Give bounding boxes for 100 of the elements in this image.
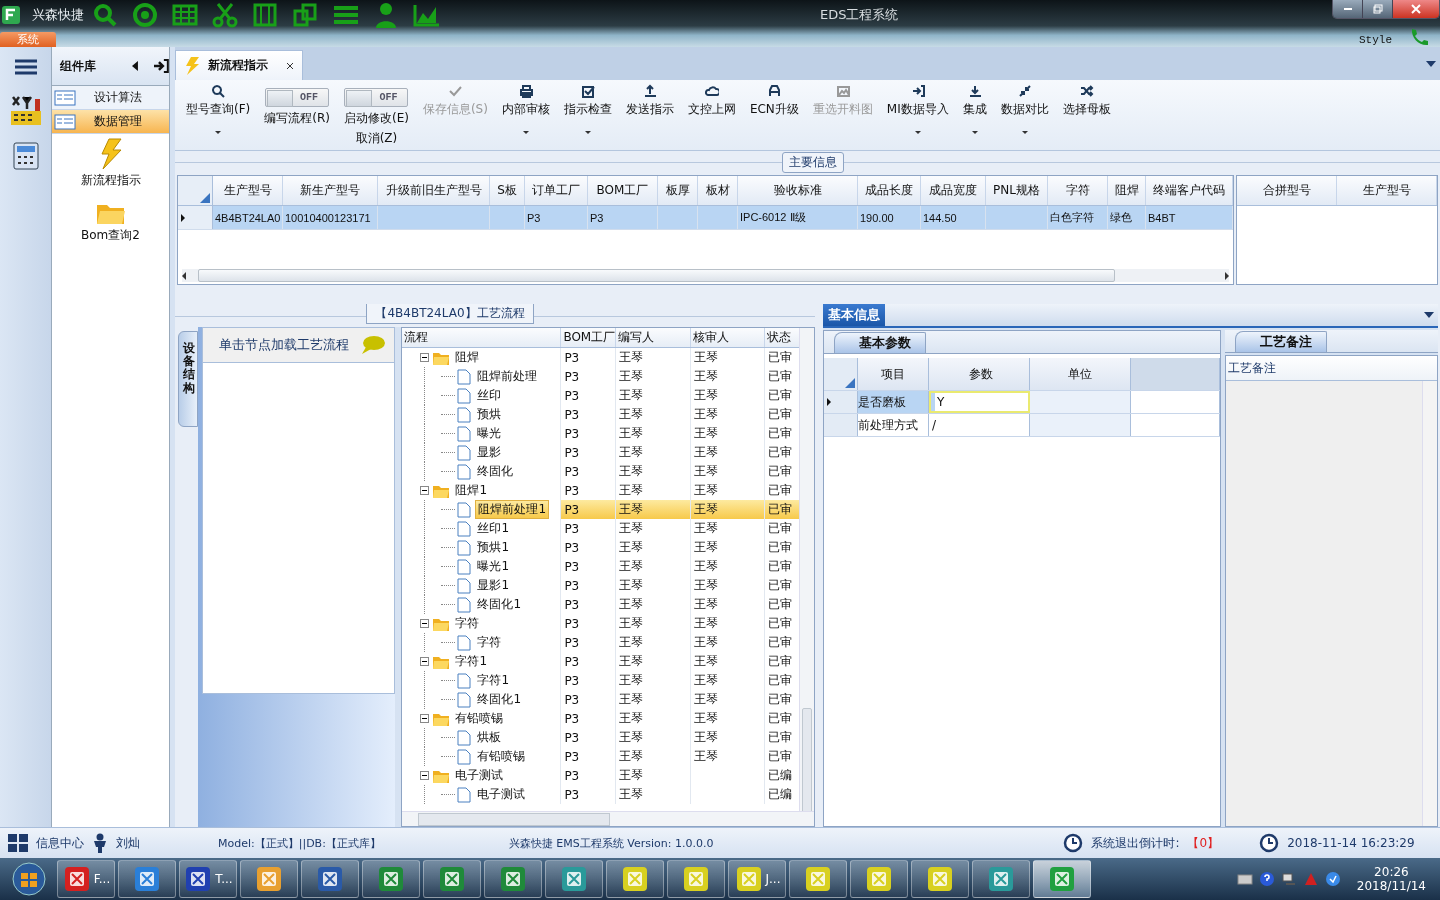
toggle-switch[interactable]: OFF — [265, 88, 330, 107]
row-header[interactable] — [824, 391, 858, 413]
taskbar-button[interactable] — [118, 860, 176, 898]
ribbon-button[interactable]: 指示检查 — [556, 80, 619, 134]
ribbon-button[interactable]: 集成 — [955, 80, 994, 134]
column-header[interactable]: 合拼型号 — [1237, 176, 1337, 205]
tree-node[interactable]: 字符 — [453, 615, 482, 632]
search-icon[interactable] — [92, 2, 118, 28]
collapse-toggle-icon[interactable] — [420, 714, 430, 723]
column-header[interactable]: BOM工厂 — [588, 176, 658, 205]
column-header[interactable]: 核审人 — [691, 328, 766, 347]
column-header[interactable]: 生产型号 — [1337, 176, 1437, 205]
panel-tab[interactable]: 工艺备注 — [1235, 331, 1327, 352]
column-header[interactable]: 成品长度 — [858, 176, 921, 205]
column-header[interactable]: 流程 — [402, 328, 562, 347]
ribbon-button[interactable]: 选择母板 — [1055, 80, 1118, 118]
column-header[interactable]: S板 — [490, 176, 525, 205]
tree-node[interactable]: 终固化 — [475, 463, 516, 480]
tree-node[interactable]: 字符 — [475, 634, 504, 651]
taskbar-button[interactable] — [301, 860, 359, 898]
column-header[interactable]: 板材 — [698, 176, 738, 205]
style-menu[interactable]: Style — [1359, 34, 1392, 46]
status-link[interactable]: 信息中心 — [36, 834, 84, 852]
panel-tab[interactable]: 基本信息 — [823, 304, 885, 326]
network-icon[interactable] — [1280, 872, 1297, 886]
ribbon-button[interactable]: 内部审核 — [494, 80, 557, 134]
taskbar-button[interactable] — [850, 860, 908, 898]
column-header[interactable]: 新生产型号 — [283, 176, 378, 205]
tree-node[interactable]: 丝印 — [475, 387, 504, 404]
tree-node[interactable]: 烘板 — [475, 729, 504, 746]
toggle-switch[interactable]: OFF — [344, 88, 409, 107]
horizontal-scrollbar[interactable] — [402, 811, 814, 827]
tree-node[interactable]: 有铅喷锡 — [453, 710, 506, 727]
calculator-icon[interactable] — [11, 141, 40, 171]
tree-node[interactable]: 终固化1 — [475, 596, 523, 613]
taskbar-button[interactable] — [789, 860, 847, 898]
horizontal-scrollbar[interactable] — [182, 269, 1229, 282]
close-icon[interactable] — [286, 61, 294, 70]
tree-node[interactable]: 显影 — [475, 444, 504, 461]
minimize-button[interactable] — [1333, 0, 1363, 18]
column-header[interactable]: 字符 — [1048, 176, 1108, 205]
column-header[interactable]: 项目 — [858, 358, 929, 390]
taskbar-button[interactable]: T... — [179, 860, 237, 898]
column-header[interactable]: 终端客户代码 — [1146, 176, 1233, 205]
ribbon-button[interactable]: MI数据导入 — [879, 80, 956, 134]
panel-item[interactable]: 数据管理 — [52, 110, 169, 134]
taskbar-button[interactable] — [972, 860, 1030, 898]
scissors-icon[interactable] — [212, 2, 238, 28]
tree-node[interactable]: 显影1 — [475, 577, 511, 594]
collapse-toggle-icon[interactable] — [420, 353, 430, 362]
clock-time[interactable]: 20:26 — [1374, 865, 1409, 879]
notes-field[interactable] — [1226, 381, 1437, 827]
ring-icon[interactable] — [132, 2, 158, 28]
film-icon[interactable] — [252, 2, 278, 28]
ribbon-button[interactable]: ECN升级 — [742, 80, 806, 118]
taskbar-button[interactable] — [545, 860, 603, 898]
vertical-scrollbar[interactable] — [1422, 381, 1437, 827]
taskbar-button[interactable]: F... — [57, 860, 115, 898]
column-header[interactable]: 参数 — [929, 358, 1030, 390]
panel-tab[interactable]: 基本参数 — [834, 332, 926, 353]
tree-node[interactable]: 电子测试 — [475, 786, 528, 803]
taskbar-button[interactable] — [423, 860, 481, 898]
ribbon-button[interactable]: 型号查询(F) — [179, 80, 258, 134]
taskbar-button[interactable]: J... — [728, 860, 786, 898]
chart-icon[interactable] — [412, 3, 440, 27]
person-icon[interactable] — [374, 2, 398, 28]
maximize-button[interactable] — [1363, 0, 1393, 18]
ribbon-button[interactable]: 文控上网 — [680, 80, 743, 118]
tree-node[interactable]: 阻焊1 — [453, 482, 489, 499]
sign-in-icon[interactable] — [153, 59, 169, 73]
collapse-icon[interactable] — [131, 61, 140, 71]
tree-node[interactable]: 阻焊前处理1 — [475, 500, 549, 519]
close-button[interactable] — [1393, 0, 1439, 18]
tree-node[interactable]: 曝光 — [475, 425, 504, 442]
table-cell[interactable]: Y — [929, 391, 1030, 413]
column-header[interactable]: 编写人 — [616, 328, 692, 347]
column-header[interactable]: 成品宽度 — [921, 176, 986, 205]
keyboard-icon[interactable] — [1236, 873, 1253, 885]
side-tab[interactable]: 设备结构 — [178, 331, 198, 427]
taskbar-button[interactable] — [240, 860, 298, 898]
panel-item[interactable]: 设计算法 — [52, 86, 169, 110]
vertical-scrollbar[interactable] — [799, 328, 814, 813]
document-tab[interactable]: 新流程指示 — [175, 50, 303, 80]
column-header[interactable]: 生产型号 — [213, 176, 283, 205]
tool-button[interactable]: 新流程指示 — [80, 138, 141, 189]
column-header[interactable]: 验收标准 — [738, 176, 858, 205]
copy-icon[interactable] — [292, 2, 318, 28]
taskbar-button[interactable] — [362, 860, 420, 898]
column-header[interactable]: BOM工厂 — [561, 328, 617, 347]
grid-icon[interactable] — [172, 3, 198, 27]
rows-icon[interactable] — [332, 3, 360, 27]
row-header[interactable] — [178, 206, 213, 229]
dropdown-arrow-icon[interactable] — [1424, 312, 1434, 318]
taskbar-button[interactable] — [484, 860, 542, 898]
collapse-toggle-icon[interactable] — [420, 771, 430, 780]
column-header[interactable]: PNL规格 — [986, 176, 1048, 205]
ribbon-button[interactable]: 发送指示 — [618, 80, 681, 118]
collapse-toggle-icon[interactable] — [420, 657, 430, 666]
taskbar-button[interactable] — [606, 860, 664, 898]
tree-node[interactable]: 电子测试 — [453, 767, 506, 784]
